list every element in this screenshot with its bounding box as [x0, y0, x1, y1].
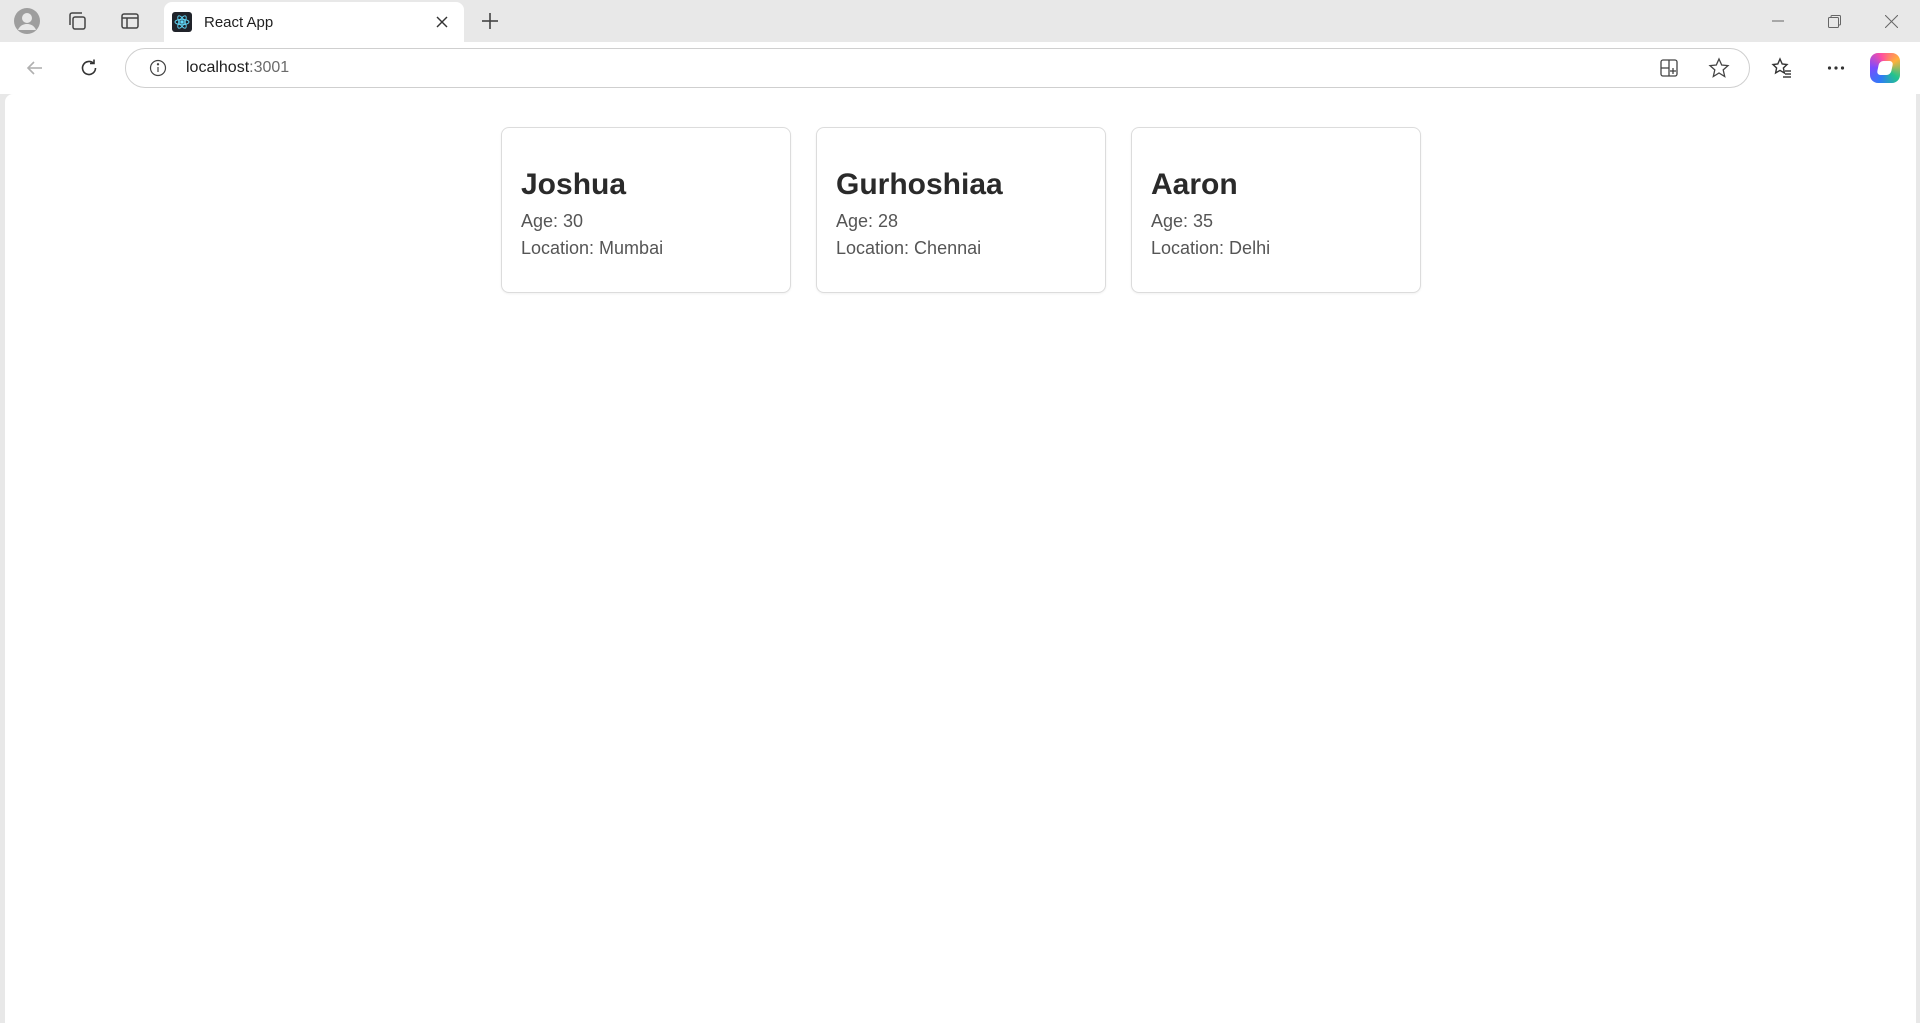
minimize-icon[interactable]	[1749, 0, 1806, 42]
active-tab[interactable]: React App	[164, 2, 464, 42]
tab-title: React App	[204, 13, 274, 31]
address-bar-actions	[1649, 49, 1739, 87]
person-location: Location: Mumbai	[521, 238, 664, 258]
url-host: localhost	[186, 59, 250, 76]
person-age: Age: 30	[521, 211, 584, 231]
window-controls	[1749, 0, 1920, 42]
person-age: Age: 28	[836, 211, 899, 231]
copilot-icon[interactable]	[1870, 53, 1900, 83]
tab-strip: React App	[0, 0, 1920, 42]
address-bar[interactable]: localhost:3001	[125, 48, 1750, 88]
plus-icon[interactable]	[470, 1, 510, 41]
person-card: Joshua Age: 30 Location: Mumbai	[501, 127, 791, 293]
back-arrow-icon[interactable]	[15, 48, 55, 88]
browser-toolbar: localhost:3001	[0, 42, 1920, 94]
page-viewport: Joshua Age: 30 Location: Mumbai Gurhoshi…	[5, 94, 1916, 1023]
toolbar-right	[1762, 48, 1900, 88]
info-icon[interactable]	[138, 49, 178, 87]
person-name: Gurhoshiaa	[836, 168, 1003, 201]
url-text[interactable]: localhost:3001	[186, 59, 289, 77]
favorites-icon[interactable]	[1762, 48, 1802, 88]
url-port: :3001	[249, 59, 290, 76]
person-card: Aaron Age: 35 Location: Delhi	[1131, 127, 1421, 293]
person-name: Joshua	[521, 168, 627, 201]
person-location: Location: Delhi	[1151, 238, 1271, 258]
app-available-icon[interactable]	[1649, 49, 1689, 87]
star-icon[interactable]	[1699, 49, 1739, 87]
person-location: Location: Chennai	[836, 238, 982, 258]
more-icon[interactable]	[1816, 48, 1856, 88]
profile-icon[interactable]	[7, 1, 47, 41]
close-icon[interactable]	[430, 10, 454, 34]
vertical-tabs-icon[interactable]	[110, 1, 150, 41]
person-age: Age: 35	[1151, 211, 1214, 231]
refresh-icon[interactable]	[69, 48, 109, 88]
restore-icon[interactable]	[1806, 0, 1863, 42]
person-card: Gurhoshiaa Age: 28 Location: Chennai	[816, 127, 1106, 293]
person-name: Aaron	[1151, 168, 1238, 201]
close-window-icon[interactable]	[1863, 0, 1920, 42]
workspaces-icon[interactable]	[57, 1, 97, 41]
card-list: Joshua Age: 30 Location: Mumbai Gurhoshi…	[501, 127, 1421, 293]
react-logo-icon	[172, 12, 192, 32]
